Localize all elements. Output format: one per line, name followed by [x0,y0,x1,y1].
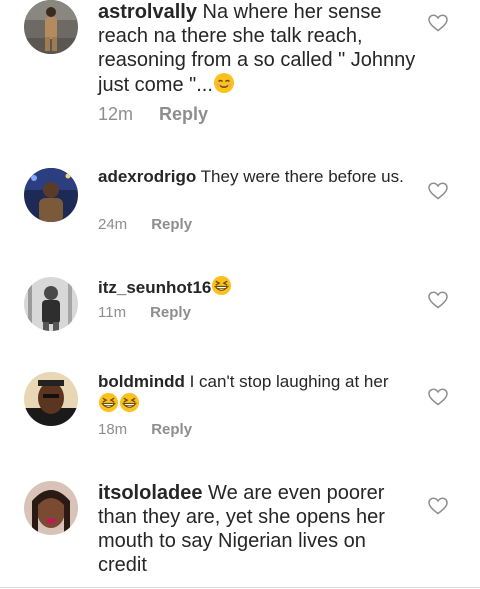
comment-username[interactable]: adexrodrigo [98,167,196,186]
heart-outline-icon[interactable] [428,14,448,32]
reply-button[interactable]: Reply [150,304,191,321]
comment-text: They were there before us. [200,167,404,186]
comment-time: 12m [98,104,134,124]
avatar[interactable] [24,481,78,535]
heart-outline-icon[interactable] [428,291,448,309]
grinning-squinting-face-emoji [98,392,119,418]
comment-body: adexrodrigo They were there before us. [98,166,408,187]
avatar[interactable] [24,0,78,54]
reply-button[interactable]: Reply [151,421,192,438]
comment-body: itz_seunhot16 [98,275,408,301]
comment-username[interactable]: itsololadee [98,482,202,504]
comment-username[interactable]: boldmindd [98,372,185,391]
reply-button[interactable]: Reply [159,104,208,124]
comment-body: itsololadee We are even poorer than they… [98,481,418,577]
divider [0,587,480,588]
comment-username[interactable]: astrolvally [98,1,197,23]
smiling-face-emoji [213,72,235,100]
comment-body: astrolvally Na where her sense reach na … [98,0,418,100]
grinning-squinting-face-emoji [211,275,232,301]
comment-time: 24m [98,216,128,233]
avatar[interactable] [24,168,78,222]
comment-username[interactable]: itz_seunhot16 [98,278,211,297]
comment-time: 18m [98,421,128,438]
heart-outline-icon[interactable] [428,497,448,515]
comment-meta: 11m Reply [98,304,191,321]
avatar[interactable] [24,277,78,331]
heart-outline-icon[interactable] [428,388,448,406]
comment-meta: 12m Reply [98,104,208,125]
comment-meta: 18m Reply [98,421,192,438]
grinning-squinting-face-emoji [119,392,140,418]
comment-meta: 24m Reply [98,216,192,233]
heart-outline-icon[interactable] [428,182,448,200]
comment-body: boldmindd I can't stop laughing at her [98,371,408,418]
avatar[interactable] [24,372,78,426]
comment-text: I can't stop laughing at her [189,372,389,391]
comment-time: 11m [98,304,127,321]
reply-button[interactable]: Reply [151,216,192,233]
